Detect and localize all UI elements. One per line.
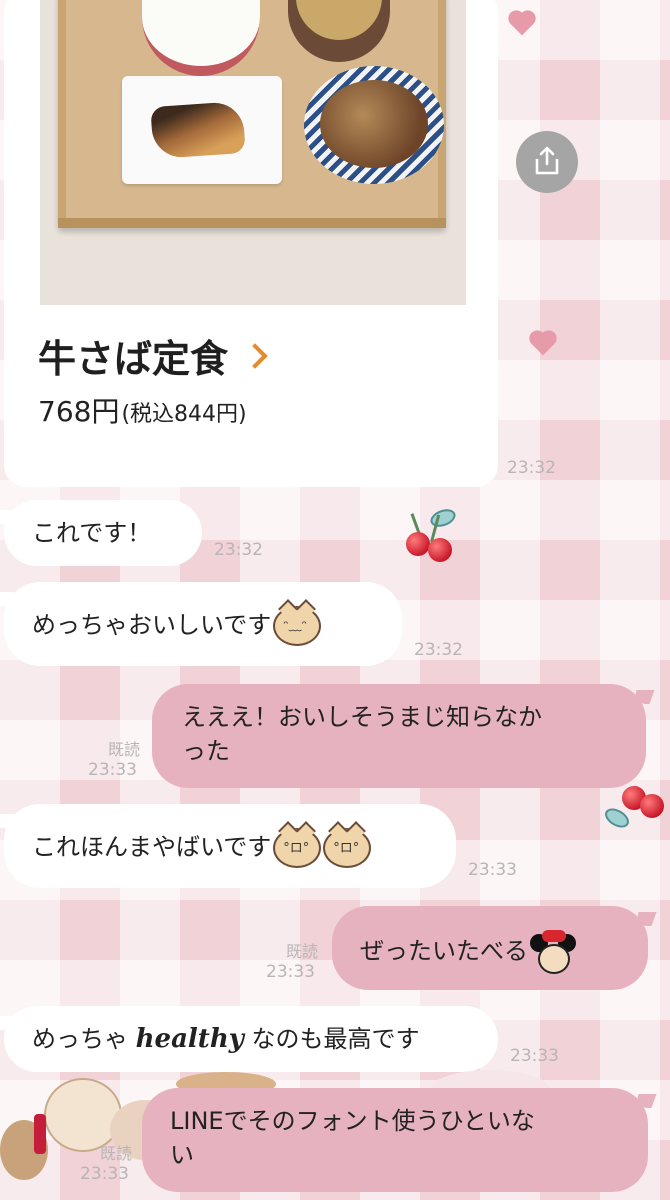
- meal-photo: [40, 0, 466, 305]
- read-receipt: 既読: [100, 1144, 133, 1163]
- message-bubble-outgoing[interactable]: ぜったいたべる: [332, 906, 648, 990]
- message-text-line: い: [170, 1141, 194, 1169]
- timestamp: 23:33: [88, 760, 137, 780]
- price-value: 768円: [38, 395, 120, 428]
- share-icon: [535, 146, 559, 175]
- minnie-mouse-icon: [530, 930, 576, 974]
- price-tax-value: (税込844円): [121, 402, 247, 427]
- message-bubble-outgoing[interactable]: LINEでそのフォント使うひといな い: [142, 1088, 648, 1192]
- message-bubble-outgoing[interactable]: えええ！おいしそうまじ知らなか った: [152, 684, 646, 788]
- timestamp: 23:32: [414, 640, 463, 660]
- message-text: なのも最高です: [243, 1025, 420, 1053]
- read-receipt: 既読: [286, 942, 319, 961]
- message-text: めっちゃ: [32, 1025, 136, 1053]
- heart-decoration-icon: [531, 332, 555, 356]
- heart-decoration-icon: [510, 12, 534, 36]
- product-title: 牛さば定食: [38, 336, 229, 381]
- timestamp: 23:33: [266, 962, 315, 982]
- timestamp: 23:33: [510, 1046, 559, 1066]
- message-bubble-incoming[interactable]: これです！: [4, 500, 202, 566]
- message-text: ぜったいたべる: [360, 937, 528, 965]
- timestamp: 23:33: [80, 1164, 129, 1184]
- timestamp: 23:32: [214, 540, 263, 560]
- message-text-line: えええ！おいしそうまじ知らなか: [182, 703, 542, 731]
- timestamp: 23:32: [507, 458, 556, 478]
- cat-crying-face-icon: °ロ°: [323, 828, 372, 868]
- message-text-line: LINEでそのフォント使うひといな: [170, 1107, 535, 1135]
- product-price: 768円 (税込844円): [38, 390, 247, 430]
- message-text: めっちゃおいしいです: [32, 611, 272, 639]
- share-button[interactable]: [516, 131, 578, 193]
- message-bubble-incoming[interactable]: めっちゃ healthy なのも最高です: [4, 1006, 498, 1072]
- cat-crying-face-icon: °ロ°: [273, 828, 322, 868]
- product-title-link[interactable]: 牛さば定食: [38, 330, 268, 381]
- chevron-right-icon: [242, 343, 268, 369]
- cherry-decoration-icon: [404, 506, 464, 566]
- read-receipt: 既読: [108, 740, 141, 759]
- product-card[interactable]: 牛さば定食 768円 (税込844円): [4, 0, 498, 487]
- timestamp: 23:33: [468, 860, 517, 880]
- message-text-line: った: [182, 737, 230, 765]
- cherry-decoration-icon: [601, 780, 670, 836]
- message-bubble-incoming[interactable]: めっちゃおいしいです ᵔ﹏ᵔ: [4, 582, 402, 666]
- message-text: これほんまやばいです: [32, 833, 272, 861]
- cat-face-icon: ᵔ﹏ᵔ: [273, 606, 322, 646]
- message-text: これです！: [32, 519, 152, 547]
- message-bubble-incoming[interactable]: これほんまやばいです °ロ° °ロ°: [4, 804, 456, 888]
- message-text-serif-bold: healthy: [135, 1024, 244, 1054]
